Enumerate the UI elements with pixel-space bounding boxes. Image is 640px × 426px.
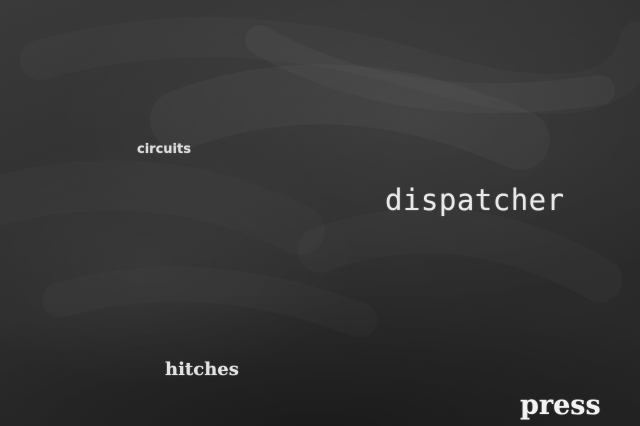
chalk-word-circuits: circuits — [137, 142, 191, 157]
chalk-word-dispatcher: dispatcher — [385, 183, 565, 217]
chalk-word-press: press — [520, 390, 601, 421]
chalk-word-hitches: hitches — [165, 359, 239, 380]
chalkboard: circuits dispatcher hitches press — [0, 0, 640, 426]
